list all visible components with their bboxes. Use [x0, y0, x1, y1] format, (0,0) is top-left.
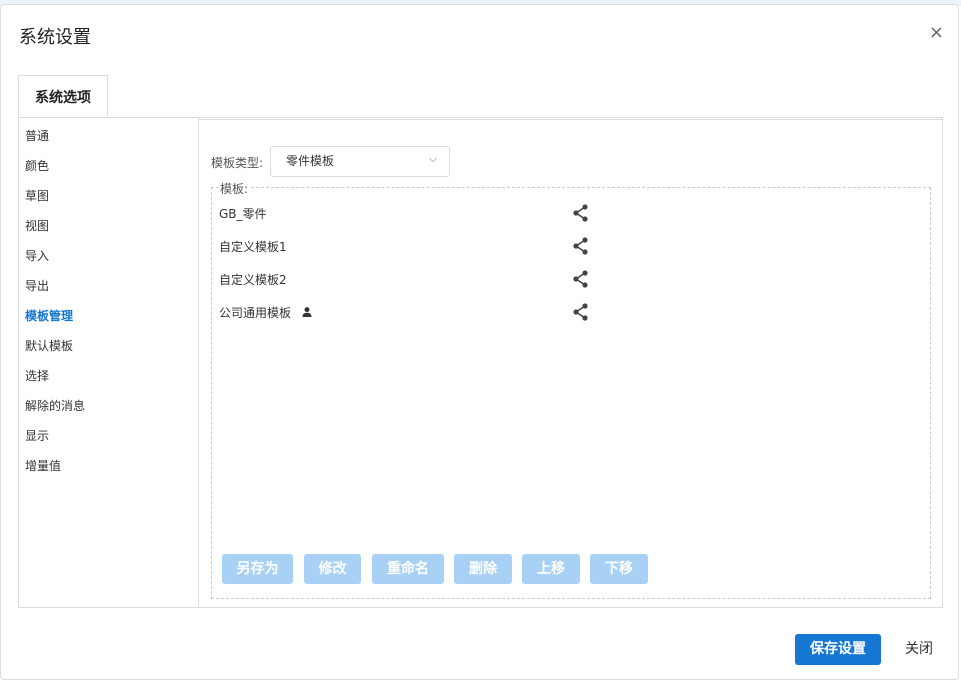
template-name[interactable]: 自定义模板2: [219, 271, 287, 288]
sidebar-item-template-management[interactable]: 模板管理: [25, 306, 73, 326]
tab-system-options[interactable]: 系统选项: [18, 75, 108, 117]
sidebar-item-dismissed-messages[interactable]: 解除的消息: [25, 396, 85, 416]
move-up-button[interactable]: 上移: [522, 554, 580, 584]
delete-button[interactable]: 删除: [454, 554, 512, 584]
dialog-title: 系统设置: [19, 27, 91, 48]
template-row[interactable]: 公司通用模板: [219, 301, 599, 323]
share-icon[interactable]: [571, 302, 591, 322]
save-as-button[interactable]: 另存为: [222, 554, 293, 584]
sidebar-item-selection[interactable]: 选择: [25, 366, 49, 386]
move-down-button[interactable]: 下移: [590, 554, 648, 584]
close-icon[interactable]: ×: [929, 23, 944, 43]
sidebar-item-view[interactable]: 视图: [25, 216, 49, 236]
template-type-label: 模板类型:: [211, 156, 264, 170]
sidebar-item-export[interactable]: 导出: [25, 276, 49, 296]
sidebar-item-import[interactable]: 导入: [25, 246, 49, 266]
template-name[interactable]: 公司通用模板: [219, 304, 291, 321]
settings-sidebar: 普通 颜色 草图 视图 导入 导出 模板管理 默认模板 选择 解除的消息 显示 …: [19, 117, 199, 607]
sidebar-item-colors[interactable]: 颜色: [25, 156, 49, 176]
template-name[interactable]: 自定义模板1: [219, 238, 287, 255]
template-row[interactable]: 自定义模板2: [219, 268, 599, 290]
share-icon[interactable]: [571, 269, 591, 289]
template-type-value: 零件模板: [286, 154, 335, 168]
modify-button[interactable]: 修改: [304, 554, 361, 584]
templates-legend: 模板:: [218, 182, 251, 196]
templates-group: 模板: GB_零件 自定义模板1 自定义模板2 公司通用模板 另存为 修改 重命…: [211, 182, 931, 599]
template-management-panel: 模板类型: 零件模板 模板: GB_零件 自定义模板1 自定义模板2 公司通用模…: [199, 117, 943, 607]
template-row[interactable]: 自定义模板1: [219, 235, 599, 257]
sidebar-item-default-template[interactable]: 默认模板: [25, 336, 73, 356]
panel-frame: 模板类型: 零件模板 模板: GB_零件 自定义模板1 自定义模板2 公司通用模…: [199, 119, 943, 607]
rename-button[interactable]: 重命名: [372, 554, 444, 584]
close-button[interactable]: 关闭: [895, 634, 943, 665]
share-icon[interactable]: [571, 203, 591, 223]
sidebar-item-general[interactable]: 普通: [25, 126, 49, 146]
save-settings-button[interactable]: 保存设置: [795, 634, 881, 665]
tab-bar: 系统选项: [18, 75, 943, 118]
person-icon: [302, 307, 312, 317]
share-icon[interactable]: [571, 236, 591, 256]
template-type-select[interactable]: 零件模板: [270, 146, 450, 177]
sidebar-item-increment[interactable]: 增量值: [25, 456, 61, 476]
sidebar-item-sketch[interactable]: 草图: [25, 186, 49, 206]
chevron-down-icon: [429, 157, 437, 163]
template-name[interactable]: GB_零件: [219, 205, 267, 222]
settings-content: 普通 颜色 草图 视图 导入 导出 模板管理 默认模板 选择 解除的消息 显示 …: [18, 117, 943, 608]
template-row[interactable]: GB_零件: [219, 202, 599, 224]
sidebar-item-display[interactable]: 显示: [25, 426, 49, 446]
